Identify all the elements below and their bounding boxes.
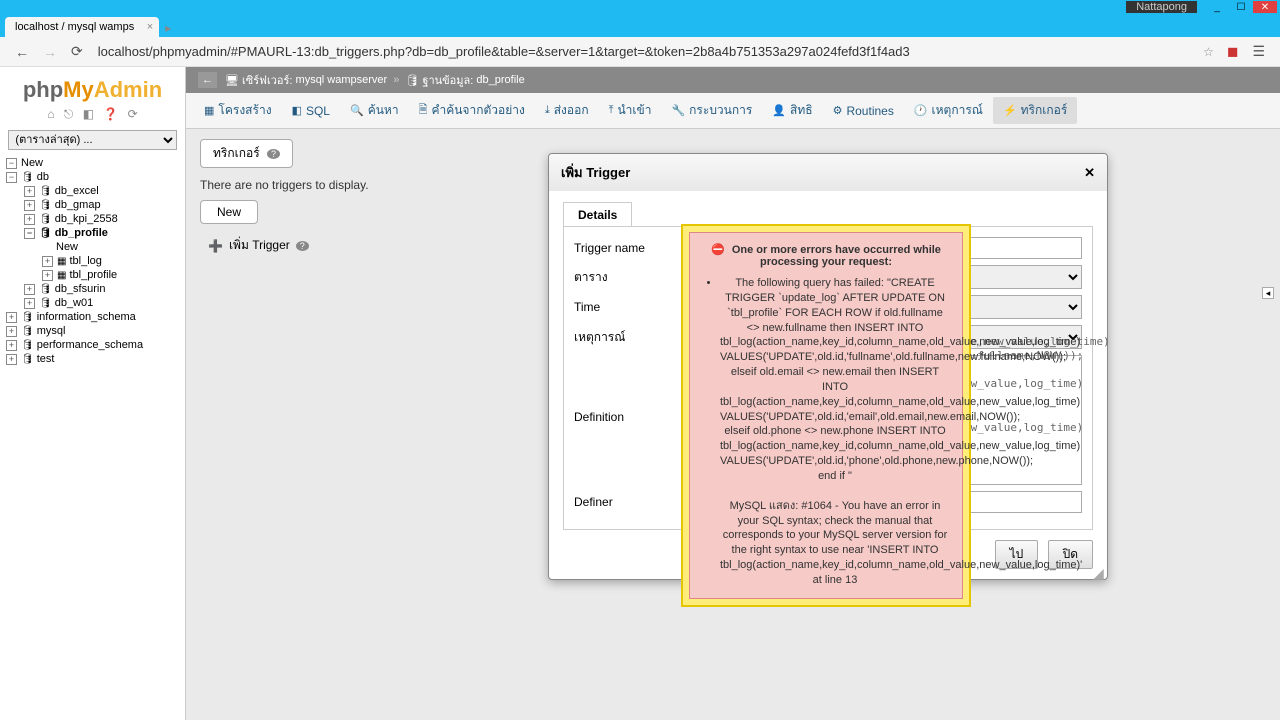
side-scroll-icon[interactable]: ◂ [1262, 287, 1274, 299]
url-field[interactable]: localhost/phpmyadmin/#PMAURL-13:db_trigg… [90, 44, 1197, 59]
tree-db-w01[interactable]: +🛢db_w01 [22, 296, 181, 310]
menu-icon[interactable]: ☰ [1245, 43, 1272, 60]
tab-close-icon[interactable]: × [147, 21, 153, 33]
bookmark-star-icon[interactable]: ☆ [1197, 45, 1220, 59]
export-icon: ⤓ [545, 104, 550, 117]
routines-icon: ⚙ [833, 104, 843, 117]
address-bar: ← → ⟳ localhost/phpmyadmin/#PMAURL-13:db… [0, 37, 1280, 67]
tab-export[interactable]: ⤓ส่งออก [535, 97, 599, 124]
tree-db-sfsurin[interactable]: +🛢db_sfsurin [22, 282, 181, 296]
label-table: ตาราง [574, 268, 682, 287]
tree-performance-schema[interactable]: +🛢performance_schema [4, 338, 181, 352]
collapse-nav-icon[interactable]: ← [198, 72, 217, 88]
sql-tab-icon: ◧ [292, 104, 302, 117]
recent-tables-select[interactable]: (ตารางล่าสุด) ... [8, 130, 176, 150]
new-button[interactable]: New [200, 200, 258, 224]
tab-sql[interactable]: ◧SQL [282, 97, 340, 124]
tree-db[interactable]: −🛢db [4, 170, 181, 184]
server-icon: 🖥 [225, 74, 239, 87]
tab-routines[interactable]: ⚙Routines [823, 97, 904, 124]
dialog-close-icon[interactable]: ✕ [1084, 165, 1095, 181]
home-icon[interactable]: ⌂ [47, 107, 54, 121]
error-title: ⛔ One or more errors have occurred while… [702, 243, 950, 268]
tree-db-profile[interactable]: −🛢db_profile [22, 226, 181, 240]
privileges-icon: 👤 [772, 104, 786, 117]
browser-tabs: localhost / mysql wamps × ▸ [0, 14, 1280, 37]
window-minimize[interactable]: _ [1205, 1, 1229, 13]
add-trigger-icon: ➕ [208, 239, 223, 253]
topmenu: ▦โครงสร้าง ◧SQL 🔍ค้นหา 🗎คำค้นจากตัวอย่าง… [186, 93, 1280, 129]
reload-icon[interactable]: ⟳ [128, 107, 138, 121]
window-close[interactable]: ✕ [1253, 1, 1277, 13]
tab-structure[interactable]: ▦โครงสร้าง [194, 97, 282, 124]
tree-tbl-profile[interactable]: +▦tbl_profile [40, 268, 181, 282]
error-icon: ⛔ [711, 244, 725, 256]
nav-back-icon[interactable]: ← [8, 44, 36, 60]
query-icon: 🗎 [419, 101, 428, 120]
main-area: ← 🖥 เซิร์ฟเวอร์: mysql wampserver » 🛢 ฐา… [186, 67, 1280, 720]
tab-title: localhost / mysql wamps [15, 21, 134, 33]
details-tab[interactable]: Details [563, 202, 632, 227]
label-trigger-name: Trigger name [574, 241, 682, 255]
docs-icon[interactable]: ❓ [103, 107, 118, 121]
tree-tbl-log[interactable]: +▦tbl_log [40, 254, 181, 268]
dialog-titlebar[interactable]: เพิ่ม Trigger ✕ [549, 154, 1107, 191]
tab-events[interactable]: 🕐เหตุการณ์ [904, 97, 993, 124]
nav-forward-icon: → [36, 44, 64, 60]
tab-privileges[interactable]: 👤สิทธิ [762, 97, 822, 124]
structure-icon: ▦ [204, 104, 214, 117]
label-definer: Definer [574, 495, 682, 509]
db-tree: −New −🛢db +🛢db_excel +🛢db_gmap +🛢db_kpi_… [4, 156, 181, 366]
tab-search[interactable]: 🔍ค้นหา [340, 97, 409, 124]
tree-db-excel[interactable]: +🛢db_excel [22, 184, 181, 198]
database-icon: 🛢 [405, 74, 419, 87]
help-icon[interactable]: ? [267, 149, 280, 159]
extension-icon[interactable]: ◼ [1220, 43, 1246, 60]
tab-import[interactable]: ⤒นำเข้า [599, 97, 662, 124]
search-icon: 🔍 [350, 104, 364, 117]
tree-test[interactable]: +🛢test [4, 352, 181, 366]
dialog-title: เพิ่ม Trigger [561, 162, 630, 183]
window-user: Nattapong [1126, 1, 1197, 13]
error-notification: ⛔ One or more errors have occurred while… [681, 224, 971, 607]
label-time: Time [574, 300, 682, 314]
breadcrumb: ← 🖥 เซิร์ฟเวอร์: mysql wampserver » 🛢 ฐา… [186, 67, 1280, 93]
label-definition: Definition [574, 355, 682, 424]
window-maximize[interactable]: ☐ [1229, 1, 1253, 13]
sql-icon[interactable]: ◧ [83, 107, 94, 121]
import-icon: ⤒ [609, 104, 614, 117]
tree-new[interactable]: −New [4, 156, 181, 170]
triggers-icon: ⚡ [1003, 104, 1017, 117]
breadcrumb-db[interactable]: db_profile [476, 74, 524, 86]
nav-reload-icon[interactable]: ⟳ [64, 43, 90, 60]
tree-information-schema[interactable]: +🛢information_schema [4, 310, 181, 324]
events-icon: 🕐 [914, 104, 928, 117]
logout-icon[interactable]: ⎋ [64, 107, 74, 121]
tab-query[interactable]: 🗎คำค้นจากตัวอย่าง [409, 97, 535, 124]
window-titlebar: Nattapong _ ☐ ✕ [0, 0, 1280, 14]
tree-mysql[interactable]: +🛢mysql [4, 324, 181, 338]
sidebar-toolbar: ⌂ ⎋ ◧ ❓ ⟳ [4, 107, 181, 122]
logo[interactable]: phpMyAdmin [4, 77, 181, 103]
tree-db-profile-new[interactable]: New [40, 240, 181, 254]
help-icon[interactable]: ? [296, 241, 309, 251]
new-tab-icon[interactable]: ▸ [159, 19, 177, 37]
tree-db-gmap[interactable]: +🛢db_gmap [22, 198, 181, 212]
subtab-triggers[interactable]: ทริกเกอร์ ? [200, 139, 293, 168]
tree-db-kpi[interactable]: +🛢db_kpi_2558 [22, 212, 181, 226]
label-event: เหตุการณ์ [574, 328, 682, 347]
operations-icon: 🔧 [671, 104, 685, 117]
error-message: The following query has failed: "CREATE … [720, 276, 950, 588]
breadcrumb-server[interactable]: mysql wampserver [296, 74, 388, 86]
tab-operations[interactable]: 🔧กระบวนการ [661, 97, 762, 124]
browser-tab[interactable]: localhost / mysql wamps × [5, 17, 159, 37]
tab-triggers[interactable]: ⚡ทริกเกอร์ [993, 97, 1077, 124]
resize-handle[interactable]: ◢ [1093, 565, 1105, 577]
sidebar: phpMyAdmin ⌂ ⎋ ◧ ❓ ⟳ (ตารางล่าสุด) ... −… [0, 67, 186, 720]
